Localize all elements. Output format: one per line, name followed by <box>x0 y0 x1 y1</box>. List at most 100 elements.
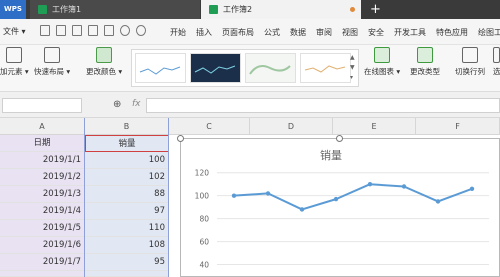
select-data-icon <box>493 47 500 63</box>
data-point <box>367 182 373 187</box>
add-element-button[interactable]: 加元素 ▾ <box>0 47 29 77</box>
zoom-icon[interactable]: ⊕ <box>113 99 121 110</box>
cell-date[interactable]: 2019/1/1 <box>0 152 85 169</box>
cell-date[interactable]: 2019/1/4 <box>0 203 85 220</box>
save-icon[interactable] <box>56 25 66 36</box>
resize-handle[interactable] <box>336 135 343 142</box>
name-box[interactable] <box>2 98 82 113</box>
main-menu: 开始 插入 页面布局 公式 数据 审阅 视图 安全 开发工具 特色应用 绘图工 <box>165 27 500 38</box>
formula-bar: ⊕ fx <box>0 92 500 118</box>
gallery-scroll[interactable]: ▲ ▼ ▾ <box>350 53 356 83</box>
cell-date[interactable]: 2019/1/7 <box>0 254 85 271</box>
menu-page-layout[interactable]: 页面布局 <box>217 27 259 38</box>
cell-header-date[interactable]: 日期 <box>0 135 85 152</box>
column-header-d[interactable]: D <box>250 118 333 135</box>
fx-icon[interactable]: fx <box>132 99 141 109</box>
column-header-a[interactable]: A <box>0 118 85 135</box>
data-point <box>333 196 339 202</box>
chart-style-preview <box>194 65 236 74</box>
resize-handle[interactable] <box>177 135 184 142</box>
change-color-label: 更改颜色 ▾ <box>86 67 123 76</box>
tab-workbook2[interactable]: 工作簿2 <box>201 0 361 19</box>
cell-sales[interactable]: 97 <box>85 203 169 220</box>
menu-view[interactable]: 视图 <box>337 27 363 38</box>
chart-style-thumbnail[interactable] <box>135 53 186 83</box>
wps-logo[interactable]: WPS <box>0 0 26 19</box>
cell-sales[interactable] <box>85 271 169 277</box>
cell-date[interactable]: 2019/1/2 <box>0 169 85 186</box>
cell-date[interactable] <box>0 271 85 277</box>
chart-style-thumbnail[interactable] <box>300 53 351 83</box>
column-header-b[interactable]: B <box>85 118 169 135</box>
formula-input[interactable] <box>146 98 500 113</box>
y-tick-label: 100 <box>195 192 210 201</box>
cell-date[interactable]: 2019/1/5 <box>0 220 85 237</box>
cell-sales[interactable]: 95 <box>85 254 169 271</box>
print-preview-icon[interactable] <box>88 25 98 36</box>
print-icon[interactable] <box>72 25 82 36</box>
copy-icon[interactable] <box>104 25 114 36</box>
cell-sales[interactable]: 108 <box>85 237 169 254</box>
menu-security[interactable]: 安全 <box>363 27 389 38</box>
chart-style-preview <box>249 65 291 75</box>
menu-home[interactable]: 开始 <box>165 27 191 38</box>
switch-row-col-button[interactable]: 切换行列 <box>455 47 485 77</box>
menu-developer[interactable]: 开发工具 <box>389 27 431 38</box>
data-point <box>435 199 441 204</box>
select-data-button[interactable]: 选 <box>493 47 500 77</box>
selection-border <box>84 118 85 277</box>
chart-title: 销量 <box>320 148 342 162</box>
chart-canvas: 销量 120 100 80 60 40 <box>195 148 489 270</box>
menu-review[interactable]: 审阅 <box>311 27 337 38</box>
select-data-label: 选 <box>493 67 500 76</box>
new-tab-button[interactable]: + <box>370 0 381 19</box>
y-tick-label: 60 <box>199 238 209 247</box>
cell-sales[interactable]: 100 <box>85 152 169 169</box>
data-point <box>299 207 305 212</box>
tab-workbook1[interactable]: 工作簿1 <box>30 0 200 19</box>
cell-date[interactable]: 2019/1/3 <box>0 186 85 203</box>
add-element-label: 加元素 ▾ <box>0 67 29 76</box>
column-header-c[interactable]: C <box>169 118 250 135</box>
title-bar: WPS 工作簿1 工作簿2 + <box>0 0 500 19</box>
open-icon[interactable] <box>40 25 50 36</box>
change-type-label: 更改类型 <box>410 67 440 76</box>
switch-row-col-label: 切换行列 <box>455 67 485 76</box>
column-header-f[interactable]: F <box>416 118 500 135</box>
menu-insert[interactable]: 插入 <box>191 27 217 38</box>
chart-style-preview <box>139 66 181 75</box>
unsaved-dot-icon <box>350 7 355 12</box>
cell-date[interactable]: 2019/1/6 <box>0 237 85 254</box>
menu-formulas[interactable]: 公式 <box>259 27 285 38</box>
undo-icon[interactable] <box>120 25 130 36</box>
menu-data[interactable]: 数据 <box>285 27 311 38</box>
cell-sales[interactable]: 102 <box>85 169 169 186</box>
chart-style-thumbnail[interactable] <box>190 53 241 83</box>
file-menu[interactable]: 文件 ▾ <box>3 26 26 37</box>
add-element-icon <box>6 47 23 63</box>
chart-style-gallery: ▲ ▼ ▾ <box>131 49 359 87</box>
y-tick-label: 80 <box>199 215 209 224</box>
data-point <box>231 193 237 198</box>
cell-header-sales[interactable]: 销量 <box>85 135 169 152</box>
chart-style-thumbnail[interactable] <box>245 53 296 83</box>
redo-icon[interactable] <box>136 25 146 36</box>
menu-special-apps[interactable]: 特色应用 <box>431 27 473 38</box>
data-point <box>469 186 475 191</box>
quick-layout-label: 快速布局 ▾ <box>34 67 71 76</box>
menu-drawing-tools[interactable]: 绘图工 <box>473 27 500 38</box>
switch-row-col-icon <box>462 47 478 63</box>
online-chart-button[interactable]: 在线图表 ▾ <box>364 47 400 77</box>
change-type-button[interactable]: 更改类型 <box>410 47 440 77</box>
quick-layout-button[interactable]: 快速布局 ▾ <box>34 47 70 77</box>
chart-type-icon <box>417 47 433 63</box>
cell-sales[interactable]: 88 <box>85 186 169 203</box>
line-chart[interactable]: 销量 120 100 80 60 40 <box>180 138 500 277</box>
tab-label: 工作簿1 <box>52 5 82 14</box>
column-header-e[interactable]: E <box>333 118 416 135</box>
tab-label: 工作簿2 <box>223 5 253 14</box>
spreadsheet-icon <box>209 5 218 14</box>
selection-border <box>168 118 169 277</box>
cell-sales[interactable]: 110 <box>85 220 169 237</box>
change-color-button[interactable]: 更改颜色 ▾ <box>86 47 122 77</box>
